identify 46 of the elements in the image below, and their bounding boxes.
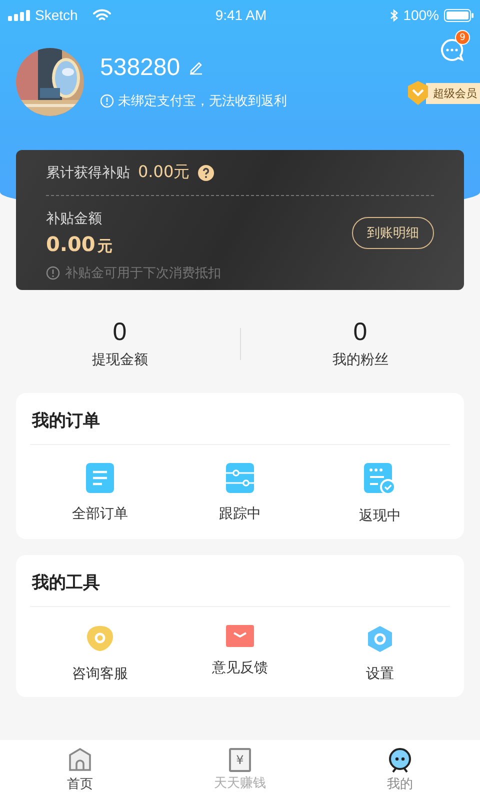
smiley-icon bbox=[387, 747, 413, 773]
menu-item-label[interactable]: 咨询客服 bbox=[72, 665, 128, 683]
battery-icon bbox=[444, 8, 474, 22]
battery-percent: 100% bbox=[403, 7, 439, 23]
help-icon[interactable] bbox=[198, 164, 214, 180]
checklist-icon[interactable] bbox=[364, 463, 396, 495]
status-time: 9:41 AM bbox=[215, 7, 267, 23]
user-name: 538280 bbox=[100, 54, 180, 82]
list-icon[interactable] bbox=[86, 463, 114, 493]
stat-label: 提现金额 bbox=[92, 351, 148, 369]
menu-item-label[interactable]: 意见反馈 bbox=[212, 659, 268, 677]
notification-badge: 9 bbox=[455, 30, 470, 45]
menu-item-label[interactable]: 设置 bbox=[366, 665, 394, 683]
total-label: 累计获得补贴 bbox=[46, 164, 130, 182]
stat-value: 0 bbox=[112, 318, 127, 347]
tab-item[interactable]: ¥ 天天赚钱 bbox=[160, 748, 320, 792]
tab-item[interactable]: 首页 bbox=[0, 747, 160, 793]
location-pin-icon[interactable] bbox=[86, 625, 114, 653]
signal-icon bbox=[8, 10, 30, 20]
diamond-shield-icon bbox=[406, 80, 430, 106]
amount-value: 0.00元 bbox=[46, 232, 112, 256]
info-icon bbox=[100, 94, 114, 108]
tab-item[interactable]: 我的 bbox=[320, 747, 480, 793]
menu-item-label[interactable]: 返现中 bbox=[359, 507, 401, 525]
yen-icon: ¥ bbox=[229, 748, 251, 772]
total-value: 0.00元 bbox=[138, 162, 190, 183]
home-icon bbox=[67, 747, 93, 773]
info-icon bbox=[46, 266, 60, 280]
bluetooth-icon bbox=[390, 8, 398, 22]
sliders-icon[interactable] bbox=[226, 463, 254, 493]
wifi-icon bbox=[92, 8, 111, 22]
amount-label: 补贴金额 bbox=[46, 210, 103, 228]
section-title: 我的工具 bbox=[30, 555, 450, 607]
settings-icon[interactable] bbox=[366, 625, 394, 653]
stat-value: 0 bbox=[353, 318, 368, 347]
envelope-icon[interactable] bbox=[226, 625, 254, 647]
edit-icon[interactable] bbox=[188, 60, 204, 76]
carrier-name: Sketch bbox=[35, 7, 78, 23]
section-title: 我的订单 bbox=[30, 393, 450, 445]
note-text: 补贴金可用于下次消费抵扣 bbox=[65, 265, 221, 282]
detail-button[interactable]: 到账明细 bbox=[352, 217, 434, 249]
notice-text: 未绑定支付宝，无法收到返利 bbox=[118, 93, 287, 110]
menu-item-label[interactable]: 跟踪中 bbox=[219, 505, 261, 523]
vip-badge[interactable]: 超级会员 bbox=[426, 82, 480, 104]
stat-label: 我的粉丝 bbox=[332, 351, 388, 369]
menu-item-label[interactable]: 全部订单 bbox=[72, 505, 128, 523]
